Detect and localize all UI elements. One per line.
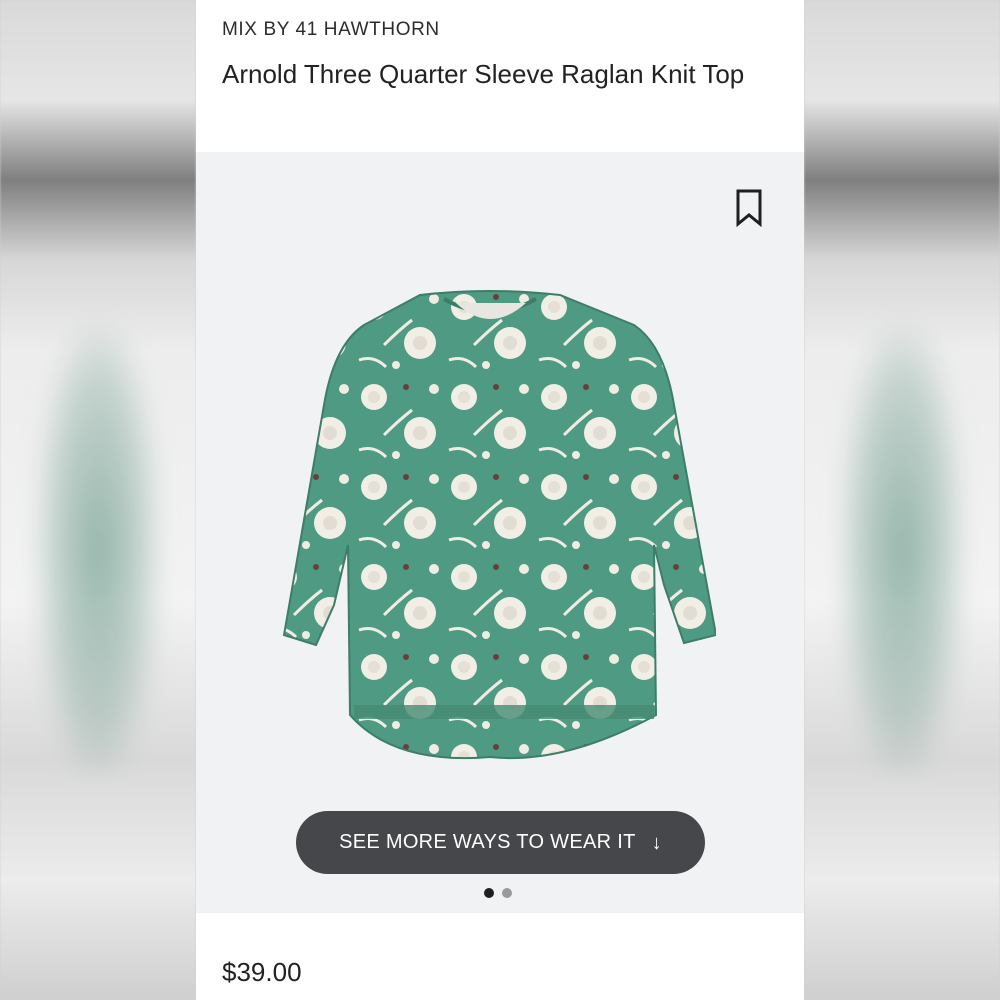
product-header: MIX BY 41 HAWTHORN Arnold Three Quarter …	[196, 0, 804, 152]
bookmark-icon[interactable]	[734, 188, 764, 228]
carousel-dot-1[interactable]	[484, 888, 494, 898]
price-section: $39.00	[196, 913, 804, 1000]
blurred-backdrop-right	[804, 0, 1000, 1000]
brand-name: MIX BY 41 HAWTHORN	[222, 19, 440, 40]
product-title: Arnold Three Quarter Sleeve Raglan Knit …	[222, 59, 745, 89]
product-image-panel[interactable]: SEE MORE WAYS TO WEAR IT ↓	[196, 152, 804, 913]
product-screen: MIX BY 41 HAWTHORN Arnold Three Quarter …	[196, 0, 804, 1000]
arrow-down-icon: ↓	[651, 831, 662, 854]
blurred-backdrop-left	[0, 0, 196, 1000]
product-image	[282, 290, 716, 760]
carousel-dot-2[interactable]	[502, 888, 512, 898]
see-more-ways-label: SEE MORE WAYS TO WEAR IT	[339, 831, 636, 853]
product-price: $39.00	[222, 957, 302, 987]
see-more-ways-button[interactable]: SEE MORE WAYS TO WEAR IT ↓	[296, 811, 705, 874]
carousel-dots	[484, 888, 512, 898]
